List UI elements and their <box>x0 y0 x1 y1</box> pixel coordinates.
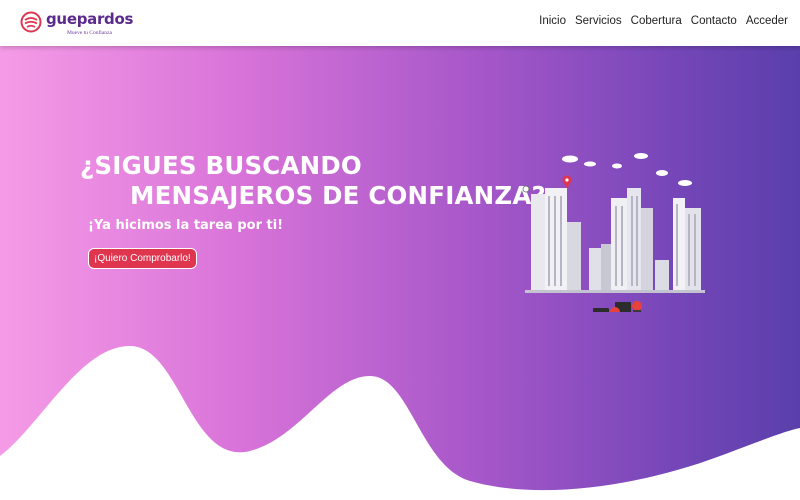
landing-page: guepardos Mueve tu Confianza Inicio Serv… <box>0 0 800 500</box>
brand-tagline: Mueve tu Confianza <box>67 30 112 36</box>
main-nav: Inicio Servicios Cobertura Contacto Acce… <box>539 15 788 27</box>
nav-item-servicios[interactable]: Servicios <box>575 15 622 27</box>
nav-item-acceder[interactable]: Acceder <box>746 15 788 27</box>
city-delivery-illustration <box>522 153 705 312</box>
city-skyline-icon <box>525 188 705 293</box>
hero-subtitle: ¡Ya hicimos la tarea por ti! <box>88 218 284 233</box>
nav-item-contacto[interactable]: Contacto <box>691 15 737 27</box>
nav-item-inicio[interactable]: Inicio <box>539 15 566 27</box>
guepardos-logo-icon <box>20 11 42 33</box>
nav-item-cobertura[interactable]: Cobertura <box>631 15 682 27</box>
brand-logo[interactable]: guepardos Mueve tu Confianza <box>20 9 133 39</box>
brand-name: guepardos <box>46 10 134 28</box>
quiero-comprobarlo-button[interactable]: ¡Quiero Comprobarlo! <box>88 248 197 269</box>
drone-icon <box>522 185 530 193</box>
hero-title-line-2: MENSAJEROS DE CONFIANZA? <box>130 181 546 210</box>
site-header: guepardos Mueve tu Confianza Inicio Serv… <box>0 0 800 46</box>
cloud-icon <box>562 153 692 186</box>
delivery-scooter-icon <box>593 301 642 312</box>
hero-section: ¿SIGUES BUSCANDO MENSAJEROS DE CONFIANZA… <box>0 46 800 500</box>
hero-title-line-1: ¿SIGUES BUSCANDO <box>80 151 362 180</box>
map-pin-icon <box>562 175 572 189</box>
hero-title: ¿SIGUES BUSCANDO MENSAJEROS DE CONFIANZA… <box>80 151 546 211</box>
